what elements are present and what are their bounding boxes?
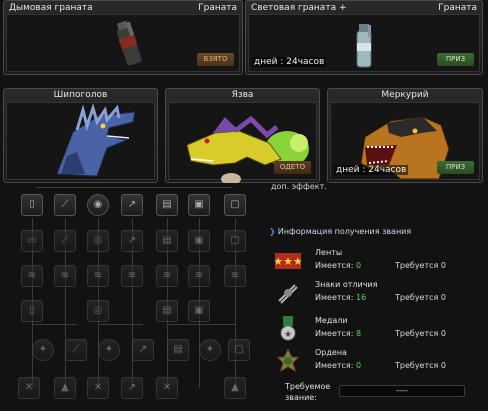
worn-badge: ОДЕТО <box>274 161 311 174</box>
requirement-title: Ленты <box>315 248 343 257</box>
tree-node[interactable]: ≋ <box>224 265 246 287</box>
tree-node[interactable]: ▯ <box>21 194 43 216</box>
have-count: Имеется: 0 <box>315 361 362 370</box>
have-count: Имеется: 8 <box>315 329 362 338</box>
tree-node[interactable]: ▤ <box>156 194 178 216</box>
tree-node[interactable]: ✦ <box>98 339 120 361</box>
tree-node[interactable]: ↗ <box>121 194 143 216</box>
tree-link <box>167 324 235 325</box>
need-count: Требуется 0 <box>395 329 446 338</box>
have-count: Имеется: 0 <box>315 261 362 270</box>
tree-node[interactable]: ◎ <box>87 230 109 252</box>
prize-badge: ПРИЗ <box>437 53 474 66</box>
tree-node[interactable]: ✦ <box>199 339 221 361</box>
character-slot: дней : 24часов ПРИЗ <box>330 102 480 180</box>
tree-node[interactable]: ⟋ <box>54 230 76 252</box>
medal-icon: ★ <box>275 316 301 342</box>
tree-node[interactable]: ✦ <box>32 339 54 361</box>
requirement-title: Ордена <box>315 348 347 357</box>
svg-text:★: ★ <box>284 330 292 340</box>
required-rank-value: ---- <box>339 385 465 397</box>
required-rank-label: Требуемое звание: <box>285 382 331 402</box>
tree-node[interactable]: ◎ <box>87 300 109 322</box>
tree-node[interactable]: ▭ <box>21 230 43 252</box>
duration-text: дней : 24часов <box>252 57 327 67</box>
tree-node[interactable]: ≋ <box>188 265 210 287</box>
tree-node[interactable]: ↗ <box>121 377 143 399</box>
tree-node[interactable]: ▯ <box>21 300 43 322</box>
tree-link <box>98 324 143 325</box>
tree-node[interactable]: ≋ <box>121 265 143 287</box>
character-panel-shipogolov[interactable]: Шипоголов <box>3 88 158 183</box>
have-count: Имеется: 16 <box>315 293 367 302</box>
tree-node[interactable]: ≋ <box>156 265 178 287</box>
item-name: Дымовая граната <box>9 3 93 13</box>
tree-node[interactable]: ▣ <box>188 300 210 322</box>
tree-node[interactable]: ▣ <box>188 194 210 216</box>
tree-node[interactable]: ⟋ <box>65 339 87 361</box>
item-panel-smoke-grenade[interactable]: Дымовая граната Граната ВЗЯТО <box>3 0 243 75</box>
tree-node[interactable]: ▢ <box>224 230 246 252</box>
item-category: Граната <box>198 3 237 13</box>
rank-tree: ▯ ⟋ ◉ ↗ ▤ ▣ ▢ ▭ ⟋ ◎ ↗ ▤ ▣ ▢ ≋ ≋ ≋ ≋ ≋ ≋ … <box>10 187 265 411</box>
character-name: Меркурий <box>381 90 429 100</box>
tree-node[interactable]: ▲ <box>54 377 76 399</box>
arrow-right-icon: ❯ <box>269 227 276 236</box>
svg-text:★★★: ★★★ <box>275 255 301 268</box>
tree-node[interactable]: ⟋ <box>54 194 76 216</box>
tree-link <box>32 324 77 325</box>
item-slot: ВЗЯТО <box>6 14 240 72</box>
smoke-grenade-icon <box>116 20 143 67</box>
item-category: Граната <box>438 3 477 13</box>
flash-grenade-icon <box>356 24 372 68</box>
character-panel-merkuriy[interactable]: Меркурий дней : 24часов ПРИЗ <box>327 88 483 183</box>
tree-node[interactable]: ↗ <box>121 230 143 252</box>
insignia-icon <box>275 280 301 306</box>
dino-blue-portrait <box>56 104 136 177</box>
tree-node[interactable]: ✕ <box>156 377 178 399</box>
order-icon <box>275 348 301 374</box>
prize-badge: ПРИЗ <box>437 161 474 174</box>
item-panel-flash-grenade[interactable]: Световая граната + Граната дней : 24часо… <box>245 0 483 75</box>
requirement-row-insignia: Знаки отличия Имеется: 16 Требуется 0 <box>275 278 480 310</box>
requirement-row-ribbons: ★★★ Ленты Имеется: 0 Требуется 0 <box>275 246 480 278</box>
taken-badge: ВЗЯТО <box>197 53 234 66</box>
rank-info-panel: ❯ Информация получения звания ★★★ Ленты И… <box>267 222 483 411</box>
item-slot: дней : 24часов ПРИЗ <box>248 14 480 72</box>
tree-node[interactable]: ≋ <box>21 265 43 287</box>
item-name: Световая граната + <box>251 3 347 13</box>
requirement-row-medals: ★ Медали Имеется: 8 Требуется 0 <box>275 314 480 346</box>
requirement-row-orders: Ордена Имеется: 0 Требуется 0 <box>275 346 480 378</box>
tree-node[interactable]: ✕ <box>18 377 40 399</box>
tree-node[interactable]: ▤ <box>156 230 178 252</box>
tree-node[interactable]: ≋ <box>54 265 76 287</box>
tree-node[interactable]: ↗ <box>132 339 154 361</box>
character-name: Шипоголов <box>53 90 108 100</box>
tree-node[interactable]: ◉ <box>87 194 109 216</box>
requirement-title: Медали <box>315 316 348 325</box>
tree-node[interactable]: ▣ <box>188 230 210 252</box>
need-count: Требуется 0 <box>395 261 446 270</box>
additional-effect-label: доп. эффект. <box>271 182 327 191</box>
tree-node[interactable]: ▢ <box>228 339 250 361</box>
tree-node[interactable]: ▢ <box>224 194 246 216</box>
duration-text: дней : 24часов <box>334 165 409 175</box>
ribbon-icon: ★★★ <box>275 248 301 274</box>
character-slot <box>6 102 155 180</box>
tree-node[interactable]: ✕ <box>87 377 109 399</box>
tree-node[interactable]: ▤ <box>167 339 189 361</box>
character-name: Язва <box>231 90 254 100</box>
need-count: Требуется 0 <box>395 361 446 370</box>
requirement-title: Знаки отличия <box>315 280 378 289</box>
need-count: Требуется 0 <box>395 293 446 302</box>
tree-node[interactable]: ▲ <box>224 377 246 399</box>
tree-node[interactable]: ▤ <box>156 300 178 322</box>
tree-link <box>37 187 232 188</box>
character-panel-yazva[interactable]: Язва ОДЕТО <box>165 88 320 183</box>
rank-info-header: ❯ Информация получения звания <box>269 227 411 236</box>
character-slot: ОДЕТО <box>168 102 317 183</box>
tree-node[interactable]: ≋ <box>87 265 109 287</box>
rank-info-title: Информация получения звания <box>277 227 412 236</box>
